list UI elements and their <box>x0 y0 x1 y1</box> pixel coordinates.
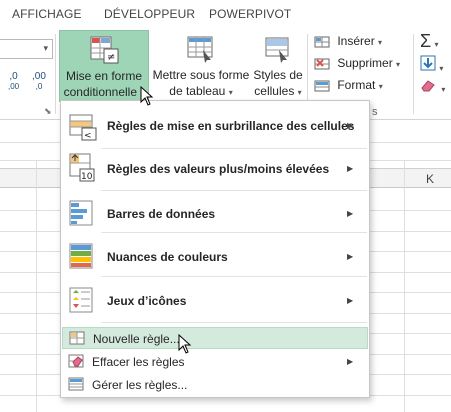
cell-styles-label-2: cellules <box>254 84 295 98</box>
data-bars-icon <box>69 200 93 226</box>
menu-item-data-bars[interactable]: Barres de données ▶ <box>62 197 368 229</box>
format-button[interactable]: Format ▾ <box>314 78 383 98</box>
menu-item-color-scales[interactable]: Nuances de couleurs ▶ <box>62 240 368 272</box>
menu-item-highlight-cells-rules[interactable]: < Règles de mise en surbrillance des cel… <box>62 110 368 144</box>
format-label: Format <box>337 78 376 92</box>
decrease-decimal-button[interactable]: ,00 ,0 <box>32 72 46 92</box>
submenu-arrow-icon: ▶ <box>347 121 354 130</box>
group-divider <box>413 34 414 114</box>
increase-decimal-sublabel: ,00 <box>8 82 20 91</box>
format-as-table-label-2: de tableau <box>169 84 226 98</box>
submenu-arrow-icon: ▶ <box>347 357 354 366</box>
menu-item-manage-rules[interactable]: Gérer les règles... <box>62 374 368 396</box>
submenu-arrow-icon: ▶ <box>347 296 354 305</box>
color-scales-icon <box>69 243 93 269</box>
tab-powerpivot[interactable]: POWERPIVOT <box>209 7 291 21</box>
menu-item-label: Nuances de couleurs <box>107 250 228 264</box>
decrease-decimal-label: ,00 <box>32 71 46 82</box>
menu-separator <box>101 190 367 191</box>
menu-item-label: Règles des valeurs plus/moins élevées <box>107 162 330 176</box>
chevron-down-icon: ▾ <box>396 60 401 69</box>
number-dialog-launcher-icon[interactable]: ⬊ <box>44 106 52 117</box>
clear-rules-icon <box>68 354 84 368</box>
insert-button[interactable]: Insérer ▾ <box>314 34 382 54</box>
icon-sets-icon <box>69 287 93 313</box>
conditional-formatting-icon: ≠ <box>90 36 119 64</box>
chevron-down-icon: ▾ <box>378 82 383 91</box>
menu-separator <box>101 148 367 149</box>
menu-item-new-rule[interactable]: Nouvelle règle... <box>62 327 368 349</box>
insert-label: Insérer <box>337 34 375 48</box>
format-as-table-icon <box>187 36 213 63</box>
menu-item-label: Barres de données <box>107 207 216 221</box>
menu-separator <box>101 232 367 233</box>
manage-rules-icon <box>68 377 84 391</box>
decrease-decimal-sublabel: ,0 <box>35 82 43 91</box>
mouse-cursor-icon <box>178 334 192 354</box>
tab-affichage[interactable]: AFFICHAGE <box>12 7 82 21</box>
chevron-down-icon: ▾ <box>434 40 439 49</box>
fill-down-icon <box>420 55 436 71</box>
new-rule-icon <box>69 331 85 345</box>
delete-label: Supprimer <box>337 56 393 70</box>
chevron-down-icon: ▾ <box>43 43 48 53</box>
fill-button[interactable]: ▾ <box>420 55 451 75</box>
conditional-formatting-label-2: conditionnelle <box>63 85 138 99</box>
conditional-formatting-button[interactable]: ≠ Mise en forme conditionnelle ▾ <box>59 30 149 102</box>
increase-decimal-label: ,0 <box>9 71 18 82</box>
menu-item-clear-rules[interactable]: Effacer les règles ▶ <box>62 351 368 373</box>
format-as-table-button[interactable]: Mettre sous forme de tableau ▾ <box>149 30 253 102</box>
number-format-dropdown[interactable]: ▾ <box>0 39 53 59</box>
ribbon-tabs: AFFICHAGE DÉVELOPPEUR POWERPIVOT <box>0 0 451 30</box>
column-gridline <box>404 161 405 412</box>
eraser-icon <box>421 80 435 92</box>
chevron-down-icon: ▾ <box>441 85 446 94</box>
submenu-arrow-icon: ▶ <box>347 209 354 218</box>
cell-styles-icon <box>265 37 289 63</box>
increase-decimal-button[interactable]: ,0 ,00 <box>8 72 19 92</box>
autosum-button[interactable]: Σ ▾ <box>420 32 451 52</box>
svg-text:≠: ≠ <box>107 52 115 63</box>
group-divider <box>55 34 56 114</box>
delete-cells-icon <box>314 58 330 70</box>
menu-separator <box>101 322 367 323</box>
chevron-down-icon: ▾ <box>439 64 444 73</box>
column-gridline <box>36 161 37 412</box>
cells-group-label: s <box>372 106 378 118</box>
submenu-arrow-icon: ▶ <box>347 164 354 173</box>
tab-developpeur[interactable]: DÉVELOPPEUR <box>104 7 195 21</box>
menu-item-label: Nouvelle règle... <box>93 332 180 346</box>
menu-item-label: Jeux d’icônes <box>107 294 187 308</box>
conditional-formatting-label-1: Mise en forme <box>65 69 143 83</box>
svg-text:10: 10 <box>81 172 93 182</box>
menu-item-top-bottom-rules[interactable]: 10 Règles des valeurs plus/moins élevées… <box>62 151 368 185</box>
format-cells-icon <box>314 80 330 92</box>
menu-item-label: Règles de mise en surbrillance des cellu… <box>107 119 355 133</box>
column-header-k[interactable]: K <box>426 172 434 186</box>
chevron-down-icon: ▾ <box>378 38 383 47</box>
highlight-cells-rules-icon: < <box>69 114 97 141</box>
menu-item-icon-sets[interactable]: Jeux d’icônes ▶ <box>62 284 368 316</box>
chevron-down-icon: ▾ <box>228 88 233 97</box>
submenu-arrow-icon: ▶ <box>347 252 354 261</box>
chevron-down-icon: ▾ <box>297 88 302 97</box>
insert-cells-icon <box>314 36 330 48</box>
menu-item-label: Gérer les règles... <box>92 378 188 392</box>
top-bottom-rules-icon: 10 <box>69 153 95 182</box>
svg-text:<: < <box>84 131 92 141</box>
format-as-table-label-1: Mettre sous forme <box>152 68 250 82</box>
clear-button[interactable]: ▾ <box>420 78 451 98</box>
delete-button[interactable]: Supprimer ▾ <box>314 56 400 76</box>
sigma-icon: Σ <box>420 31 432 51</box>
cell-styles-label-1: Styles de <box>253 68 303 82</box>
conditional-formatting-menu: < Règles de mise en surbrillance des cel… <box>60 100 370 398</box>
mouse-cursor-icon <box>140 86 154 106</box>
menu-item-label: Effacer les règles <box>92 355 185 369</box>
cell-styles-button[interactable]: Styles de cellules ▾ <box>253 30 303 102</box>
menu-separator <box>101 276 367 277</box>
